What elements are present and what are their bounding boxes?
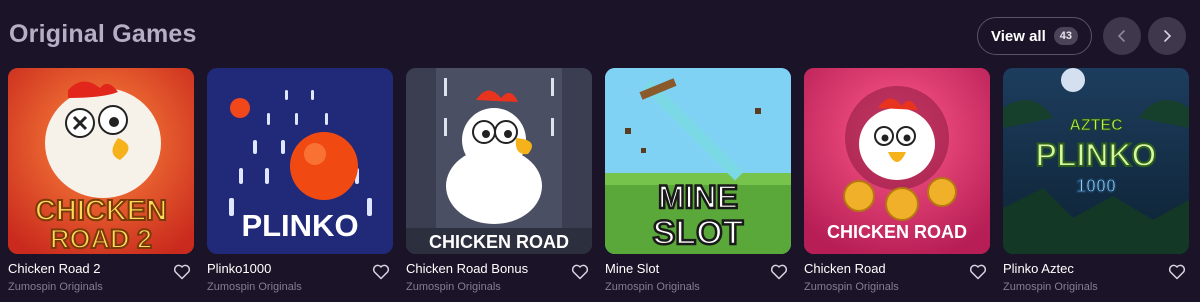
art-title-line2: PLINKO <box>1036 137 1157 173</box>
art-title-line2: ROAD 2 <box>50 224 152 254</box>
game-provider: Zumospin Originals <box>8 281 103 293</box>
game-name[interactable]: Mine Slot <box>605 261 791 276</box>
carousel-prev-button[interactable] <box>1103 17 1141 55</box>
game-provider: Zumospin Originals <box>804 281 899 293</box>
favorite-button[interactable] <box>570 262 590 282</box>
game-name[interactable]: Chicken Road 2 <box>8 261 194 276</box>
heart-outline-icon <box>372 264 390 280</box>
game-card[interactable]: AZTEC PLINKO 1000 Plinko Aztec Zumospin … <box>1003 68 1189 295</box>
game-thumbnail[interactable]: PLINKO <box>207 68 393 254</box>
section-title: Original Games <box>9 20 197 48</box>
view-all-count-badge: 43 <box>1053 27 1078 45</box>
art-title: CHICKEN ROAD <box>827 222 967 242</box>
game-name[interactable]: Chicken Road <box>804 261 990 276</box>
game-card[interactable]: CHICKEN ROAD 2 Chicken Road 2 Zumospin O… <box>8 68 194 295</box>
favorite-button[interactable] <box>172 262 192 282</box>
art-title-line1: AZTEC <box>1069 117 1123 134</box>
game-card[interactable]: CHICKEN ROAD Chicken Road Bonus Zumospin… <box>406 68 592 295</box>
art-title-line3: 1000 <box>1076 176 1116 196</box>
favorite-button[interactable] <box>769 262 789 282</box>
game-card[interactable]: CHICKEN ROAD Chicken Road Zumospin Origi… <box>804 68 990 295</box>
game-thumbnail[interactable]: AZTEC PLINKO 1000 <box>1003 68 1189 254</box>
game-provider: Zumospin Originals <box>1003 281 1098 293</box>
game-card[interactable]: PLINKO Plinko1000 Zumospin Originals <box>207 68 393 295</box>
game-name[interactable]: Plinko Aztec <box>1003 261 1189 276</box>
chevron-left-icon <box>1117 30 1125 42</box>
heart-outline-icon <box>969 264 987 280</box>
art-title-line1: CHICKEN <box>35 195 167 227</box>
favorite-button[interactable] <box>371 262 391 282</box>
game-thumbnail[interactable]: CHICKEN ROAD <box>804 68 990 254</box>
view-all-button[interactable]: View all 43 <box>977 17 1092 55</box>
carousel-next-button[interactable] <box>1148 17 1186 55</box>
heart-outline-icon <box>571 264 589 280</box>
heart-outline-icon <box>770 264 788 280</box>
art-title: CHICKEN ROAD <box>429 232 569 252</box>
view-all-label: View all <box>990 27 1046 45</box>
game-name[interactable]: Plinko1000 <box>207 261 393 276</box>
games-carousel: CHICKEN ROAD 2 Chicken Road 2 Zumospin O… <box>8 68 1189 295</box>
game-thumbnail[interactable]: CHICKEN ROAD 2 <box>8 68 194 254</box>
game-thumbnail[interactable]: MINE SLOT <box>605 68 791 254</box>
art-title: PLINKO <box>241 208 358 243</box>
game-card[interactable]: MINE SLOT Mine Slot Zumospin Originals <box>605 68 791 295</box>
heart-outline-icon <box>1168 264 1186 280</box>
game-provider: Zumospin Originals <box>207 281 302 293</box>
heart-outline-icon <box>173 264 191 280</box>
art-title-line1: MINE <box>658 179 738 215</box>
game-name[interactable]: Chicken Road Bonus <box>406 261 592 276</box>
game-provider: Zumospin Originals <box>406 281 501 293</box>
favorite-button[interactable] <box>1167 262 1187 282</box>
art-title-line2: SLOT <box>653 214 744 252</box>
game-thumbnail[interactable]: CHICKEN ROAD <box>406 68 592 254</box>
game-provider: Zumospin Originals <box>605 281 700 293</box>
favorite-button[interactable] <box>968 262 988 282</box>
chevron-right-icon <box>1164 30 1172 42</box>
